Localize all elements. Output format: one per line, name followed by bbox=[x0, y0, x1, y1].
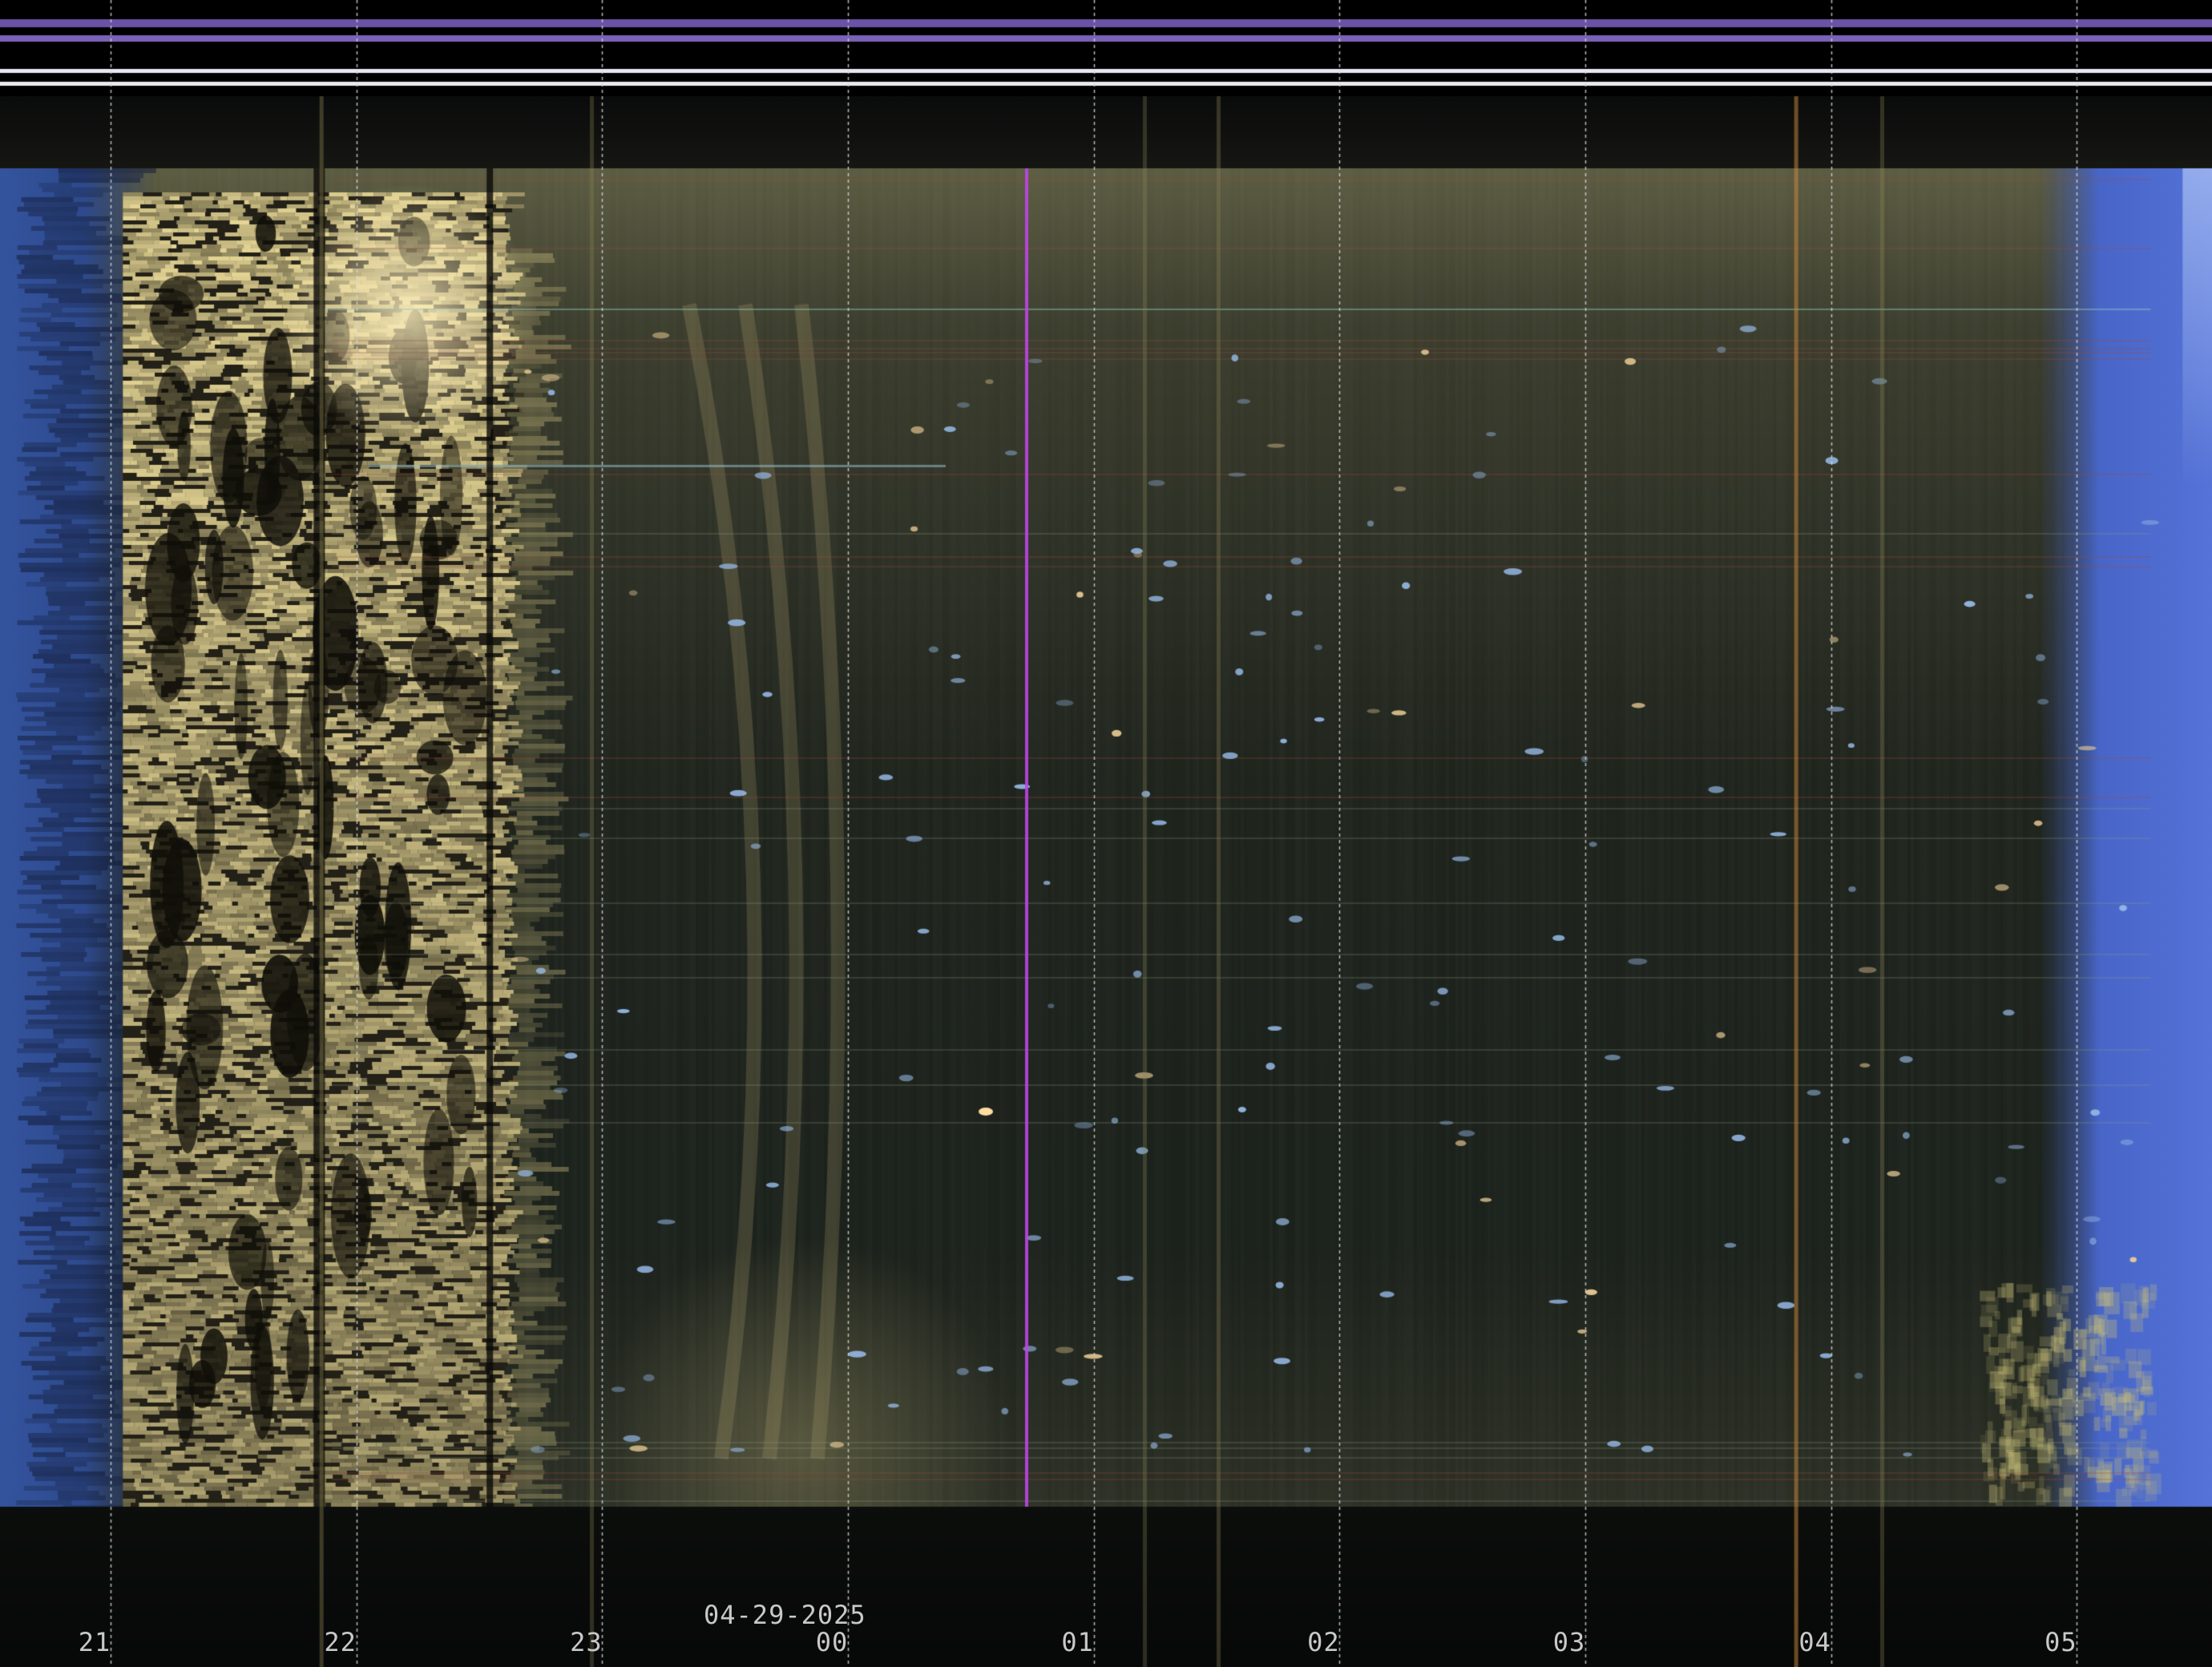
keogram-image bbox=[0, 0, 2212, 1667]
keogram-chart: 04-29-2025 21 22 23 00 01 02 03 04 05 bbox=[0, 0, 2212, 1667]
